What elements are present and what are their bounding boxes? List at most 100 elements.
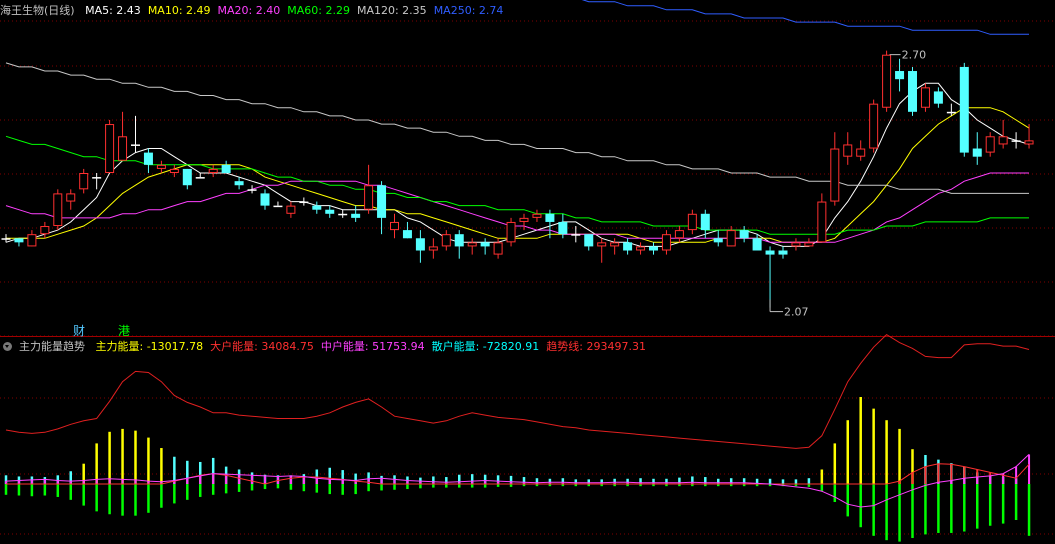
- candle-body: [843, 144, 853, 157]
- candle-body: [480, 242, 490, 247]
- candle-body: [597, 242, 607, 247]
- candle-body: [273, 205, 283, 208]
- ma-label-1: MA10: 2.49: [147, 4, 211, 17]
- mid-energy-line: [5, 454, 1030, 508]
- candle-body: [105, 124, 115, 174]
- candle-body: [338, 213, 348, 216]
- candle-body: [27, 234, 37, 247]
- indicator-value-2: 中户能量: 51753.94: [320, 340, 425, 353]
- collapse-toggle-icon[interactable]: [3, 342, 12, 351]
- candle-body: [234, 181, 244, 186]
- candle-body: [933, 91, 943, 104]
- chart-canvas[interactable]: 2.70 2.07: [0, 0, 1055, 544]
- candle-body: [558, 221, 568, 235]
- big-energy-line: [6, 463, 1030, 485]
- candle-body: [312, 205, 322, 210]
- candle-body: [428, 246, 438, 251]
- candle-body: [765, 250, 775, 255]
- candle-body: [584, 234, 594, 247]
- candle-body: [66, 193, 76, 202]
- candle-body: [908, 71, 917, 112]
- sub-chart-header: 主力能量趋势 主力能量: -13017.78 大户能量: 34084.75 中户能量…: [0, 339, 660, 355]
- candle-body: [985, 136, 995, 153]
- candle-body: [454, 234, 464, 247]
- candle-body: [79, 173, 89, 190]
- candle-body: [804, 242, 814, 247]
- ma-label-4: MA120: 2.35: [356, 4, 427, 17]
- candle-body: [53, 193, 63, 227]
- indicator-value-4: 趋势线: 293497.31: [546, 340, 646, 353]
- candle-body: [364, 185, 374, 210]
- indicator-value-3: 散户能量: -72820.91: [431, 340, 540, 353]
- candle-body: [156, 164, 166, 169]
- candle-body: [143, 152, 153, 165]
- indicator-title[interactable]: 主力能量趋势: [19, 340, 85, 353]
- candle-body: [260, 193, 270, 206]
- candle-body: [610, 242, 620, 247]
- candle-body: [649, 246, 658, 251]
- stock-chart-window: 2.70 2.07 海王生物(日线) MA5: 2.43 MA10: 2.49 MA2…: [0, 0, 1055, 544]
- candle-body: [118, 136, 128, 161]
- candle-body: [1024, 140, 1034, 145]
- candle-body: [182, 168, 192, 186]
- candle-body: [700, 213, 710, 231]
- chart-title: 海王生物(日线): [0, 4, 75, 17]
- candle-body: [377, 185, 387, 218]
- candle-body: [299, 201, 309, 204]
- candle-body: [895, 71, 905, 80]
- ma-label-3: MA60: 2.29: [287, 4, 350, 17]
- candle-body: [571, 234, 581, 236]
- candle-body: [325, 209, 335, 214]
- candle-body: [415, 238, 425, 251]
- candle-body: [674, 230, 684, 239]
- candle-body: [519, 217, 529, 222]
- candle-body: [351, 213, 361, 218]
- indicator-value-0: 主力能量: -13017.78: [95, 340, 204, 353]
- candle-body: [972, 148, 982, 157]
- candle-body: [830, 148, 840, 202]
- candle-body: [869, 103, 879, 149]
- candle-body: [817, 201, 827, 243]
- candle-body: [92, 177, 102, 179]
- candle-body: [467, 242, 477, 247]
- candle-body: [286, 205, 296, 214]
- low-price-label: 2.07: [784, 306, 809, 319]
- candle-body: [14, 238, 24, 243]
- candle-body: [208, 168, 218, 173]
- candle-body: [441, 234, 451, 247]
- candle-body: [856, 148, 866, 157]
- candle-body: [247, 189, 257, 191]
- candle-body: [545, 213, 555, 222]
- candle-body: [713, 238, 723, 243]
- candle-body: [402, 230, 412, 239]
- candle-body: [778, 250, 788, 255]
- ma-line-ma20: [5, 172, 1029, 243]
- candle-body: [791, 242, 801, 247]
- candle-body: [221, 164, 231, 173]
- candle-body: [40, 226, 50, 235]
- candle-body: [1011, 140, 1021, 142]
- candle-body: [752, 238, 762, 251]
- ma-label-2: MA20: 2.40: [217, 4, 281, 17]
- candle-body: [195, 177, 205, 179]
- candle-body: [131, 144, 140, 146]
- ma-label-0: MA5: 2.43: [85, 4, 141, 17]
- ma-label-5: MA250: 2.74: [433, 4, 504, 17]
- candle-body: [882, 54, 892, 108]
- candle-body: [661, 234, 671, 251]
- candle-body: [946, 111, 956, 114]
- candle-body: [920, 87, 930, 108]
- candle-body: [623, 242, 633, 251]
- candle-body: [739, 230, 749, 239]
- candle-body: [636, 246, 646, 251]
- candle-body: [687, 213, 697, 231]
- indicator-legend: 主力能量: -13017.78 大户能量: 34084.75 中户能量: 51753…: [96, 340, 653, 353]
- candle-body: [1, 238, 11, 240]
- finance-badge[interactable]: 财: [73, 324, 85, 338]
- candle-body: [493, 242, 503, 255]
- candle-body: [726, 230, 736, 247]
- candle-body: [959, 66, 969, 153]
- candle-body: [506, 221, 516, 243]
- indicator-value-1: 大户能量: 34084.75: [210, 340, 314, 353]
- hk-badge[interactable]: 港: [118, 324, 130, 338]
